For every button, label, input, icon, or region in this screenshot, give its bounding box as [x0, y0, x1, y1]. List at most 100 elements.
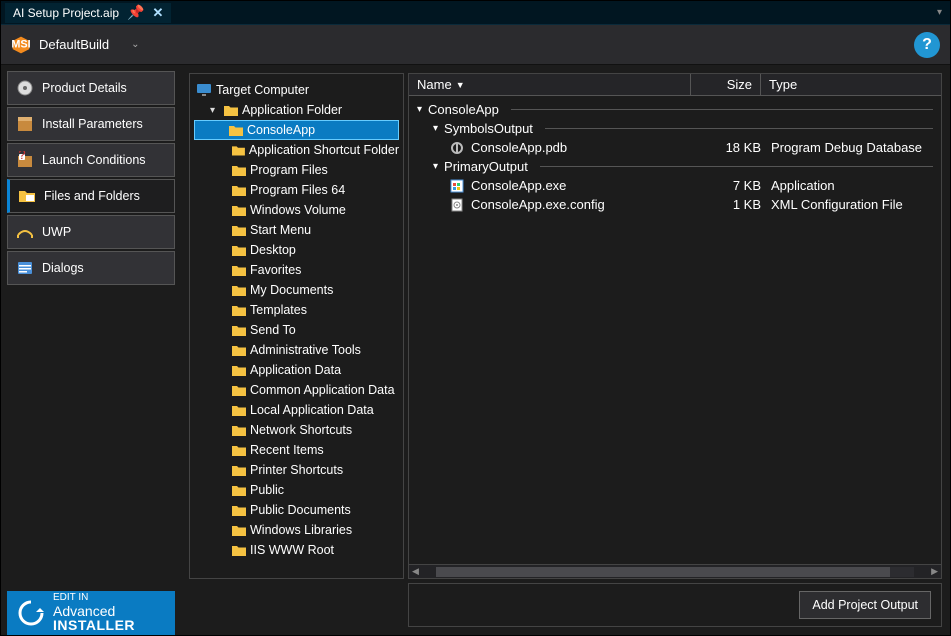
- col-size[interactable]: Size: [691, 74, 761, 95]
- tree-label: Templates: [250, 303, 307, 317]
- folder-icon: [232, 184, 246, 196]
- expand-icon[interactable]: ▾: [210, 105, 220, 116]
- folder-icon: [232, 244, 246, 256]
- tree-folder-row[interactable]: Printer Shortcuts: [194, 460, 399, 480]
- folder-icon: [232, 224, 246, 236]
- svg-text:?: ?: [18, 151, 25, 162]
- tree-folder-row[interactable]: Local Application Data: [194, 400, 399, 420]
- add-project-output-button[interactable]: Add Project Output: [799, 591, 931, 619]
- pdb-file-icon: [449, 141, 465, 155]
- nav-install-parameters[interactable]: Install Parameters: [7, 107, 175, 141]
- nav-product-details[interactable]: Product Details: [7, 71, 175, 105]
- config-file-icon: [449, 198, 465, 212]
- group-consoleapp[interactable]: ▾ ConsoleApp: [409, 100, 941, 119]
- tree-folder-row[interactable]: Start Menu: [194, 220, 399, 240]
- file-list: Name▼ Size Type ▾ ConsoleApp ▾ SymbolsOu…: [408, 73, 942, 579]
- help-button[interactable]: ?: [914, 32, 940, 58]
- file-row[interactable]: ConsoleApp.pdb 18 KB Program Debug Datab…: [409, 138, 941, 157]
- scroll-right-icon[interactable]: ▶: [928, 566, 941, 577]
- col-type[interactable]: Type: [761, 74, 941, 95]
- nav-label: Files and Folders: [44, 189, 140, 203]
- tree-folder-row[interactable]: Common Application Data: [194, 380, 399, 400]
- disc-icon: [16, 79, 34, 97]
- scroll-thumb[interactable]: [436, 567, 890, 577]
- bottom-panel: Add Project Output: [408, 583, 942, 627]
- group-symbolsoutput[interactable]: ▾ SymbolsOutput: [409, 119, 941, 138]
- folder-icon: [232, 464, 246, 476]
- tree-label: Program Files 64: [250, 183, 345, 197]
- tree-folder-row[interactable]: Recent Items: [194, 440, 399, 460]
- folder-icon: [232, 264, 246, 276]
- folder-tree[interactable]: Target Computer ▾ Application Folder Con…: [189, 73, 404, 579]
- nav-uwp[interactable]: UWP: [7, 215, 175, 249]
- build-selector[interactable]: MSI DefaultBuild ⌄: [11, 35, 140, 55]
- file-name: ConsoleApp.exe.config: [471, 197, 711, 212]
- tree-folder-row[interactable]: My Documents: [194, 280, 399, 300]
- left-nav: Product Details Install Parameters ? Lau…: [1, 65, 181, 635]
- expand-icon[interactable]: ▾: [417, 104, 422, 115]
- tree-folder-row[interactable]: Public: [194, 480, 399, 500]
- col-name[interactable]: Name▼: [409, 74, 691, 95]
- tree-label: Start Menu: [250, 223, 311, 237]
- chevron-down-icon[interactable]: ▾: [937, 7, 946, 18]
- nav-dialogs[interactable]: Dialogs: [7, 251, 175, 285]
- tree-label: Local Application Data: [250, 403, 374, 417]
- tree-folder-row[interactable]: Application Data: [194, 360, 399, 380]
- tree-app-folder[interactable]: ▾ Application Folder: [194, 100, 399, 120]
- tree-label: Application Data: [250, 363, 341, 377]
- document-tab[interactable]: AI Setup Project.aip 📌 ✕: [5, 3, 171, 23]
- tree-folder-row[interactable]: IIS WWW Root: [194, 540, 399, 560]
- group-label: PrimaryOutput: [444, 159, 528, 174]
- chevron-down-icon: ⌄: [131, 39, 139, 50]
- edit-in-advanced-installer[interactable]: EDIT IN Advanced INSTALLER: [7, 591, 175, 635]
- tree-label: Public: [250, 483, 284, 497]
- monitor-icon: [196, 83, 212, 97]
- box-question-icon: ?: [16, 151, 34, 169]
- folder-icon: [232, 284, 246, 296]
- sort-desc-icon: ▼: [456, 80, 465, 90]
- tree-folder-row[interactable]: Program Files: [194, 160, 399, 180]
- tree-folder-row[interactable]: Application Shortcut Folder: [194, 140, 399, 160]
- file-type: Program Debug Database: [771, 140, 941, 155]
- tab-title: AI Setup Project.aip: [13, 6, 119, 20]
- tree-folder-row[interactable]: Public Documents: [194, 500, 399, 520]
- advanced-installer-icon: [17, 599, 45, 627]
- group-primaryoutput[interactable]: ▾ PrimaryOutput: [409, 157, 941, 176]
- file-size: 18 KB: [711, 140, 771, 155]
- tree-folder-row[interactable]: Windows Volume: [194, 200, 399, 220]
- horizontal-scrollbar[interactable]: ◀ ▶: [409, 564, 941, 578]
- folder-icon: [232, 344, 246, 356]
- tree-folder-row[interactable]: Templates: [194, 300, 399, 320]
- tree-root-row[interactable]: Target Computer: [194, 80, 399, 100]
- expand-icon[interactable]: ▾: [433, 123, 438, 134]
- tree-folder-row[interactable]: Windows Libraries: [194, 520, 399, 540]
- file-row[interactable]: ConsoleApp.exe.config 1 KB XML Configura…: [409, 195, 941, 214]
- nav-files-folders[interactable]: Files and Folders: [7, 179, 175, 213]
- folder-icon: [232, 144, 245, 156]
- tree-folder-row[interactable]: Administrative Tools: [194, 340, 399, 360]
- tree-folder-row[interactable]: Desktop: [194, 240, 399, 260]
- file-name: ConsoleApp.pdb: [471, 140, 711, 155]
- editin-small: EDIT IN: [53, 593, 135, 604]
- folder-icon: [224, 104, 238, 116]
- folder-icon: [232, 504, 246, 516]
- file-row[interactable]: ConsoleApp.exe 7 KB Application: [409, 176, 941, 195]
- tree-consoleapp[interactable]: ConsoleApp: [194, 120, 399, 140]
- tree-label: Common Application Data: [250, 383, 395, 397]
- folder-icon: [18, 187, 36, 205]
- scroll-left-icon[interactable]: ◀: [409, 566, 422, 577]
- file-type: XML Configuration File: [771, 197, 941, 212]
- tree-folder-row[interactable]: Send To: [194, 320, 399, 340]
- pin-icon[interactable]: 📌: [127, 4, 144, 21]
- exe-file-icon: [449, 179, 465, 193]
- tree-label: Network Shortcuts: [250, 423, 352, 437]
- tree-folder-row[interactable]: Network Shortcuts: [194, 420, 399, 440]
- folder-icon: [232, 484, 246, 496]
- tree-folder-row[interactable]: Program Files 64: [194, 180, 399, 200]
- build-label: DefaultBuild: [39, 37, 109, 52]
- nav-launch-conditions[interactable]: ? Launch Conditions: [7, 143, 175, 177]
- expand-icon[interactable]: ▾: [433, 161, 438, 172]
- folder-icon: [232, 324, 246, 336]
- tree-folder-row[interactable]: Favorites: [194, 260, 399, 280]
- close-icon[interactable]: ✕: [153, 5, 164, 21]
